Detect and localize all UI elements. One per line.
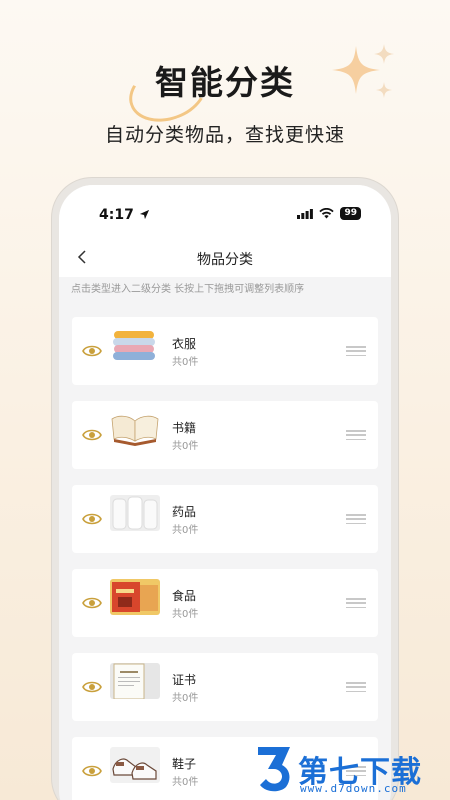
drag-handle-icon[interactable]: [346, 682, 366, 692]
category-name: 药品: [172, 505, 197, 519]
category-name: 食品: [172, 589, 197, 603]
status-indicators: 99: [297, 207, 361, 220]
category-count: 共0件: [172, 693, 199, 704]
battery-indicator: 99: [340, 207, 361, 220]
eye-icon[interactable]: [82, 510, 102, 528]
category-count: 共0件: [172, 525, 199, 536]
category-count: 共0件: [172, 609, 199, 620]
cellular-signal-icon: [297, 208, 314, 219]
phone-frame: 4:17 99 物品分类 点击类型进入二级分类 长按上下拖拽可调整列表顺序 衣服…: [52, 178, 398, 800]
eye-icon[interactable]: [82, 762, 102, 780]
shoes-thumbnail: [110, 747, 160, 783]
nav-bar: 物品分类: [59, 237, 391, 277]
watermark-url: www.d7down.com: [300, 782, 407, 795]
eye-icon[interactable]: [82, 678, 102, 696]
food-thumbnail: [110, 579, 160, 615]
category-card-medicine[interactable]: 药品 共0件: [72, 485, 378, 553]
category-list: 衣服 共0件 书籍 共0件 药品 共0件 食品 共0件 证书 共0件 鞋子 共0…: [59, 317, 391, 800]
status-time: 4:17: [99, 207, 150, 223]
category-card-food[interactable]: 食品 共0件: [72, 569, 378, 637]
certificate-thumbnail: [110, 663, 160, 699]
status-bar: 4:17 99: [59, 185, 391, 237]
category-card-books[interactable]: 书籍 共0件: [72, 401, 378, 469]
category-card-certificate[interactable]: 证书 共0件: [72, 653, 378, 721]
eye-icon[interactable]: [82, 426, 102, 444]
drag-handle-icon[interactable]: [346, 514, 366, 524]
drag-handle-icon[interactable]: [346, 598, 366, 608]
category-count: 共0件: [172, 357, 199, 368]
medicine-thumbnail: [110, 495, 160, 531]
wifi-icon: [319, 208, 335, 219]
drag-handle-icon[interactable]: [346, 430, 366, 440]
page-title: 物品分类: [197, 252, 253, 268]
watermark-logo-icon: [258, 747, 290, 792]
eye-icon[interactable]: [82, 594, 102, 612]
book-thumbnail: [111, 415, 159, 446]
phone-screen: 4:17 99 物品分类 点击类型进入二级分类 长按上下拖拽可调整列表顺序 衣服…: [59, 185, 391, 800]
category-card-clothes[interactable]: 衣服 共0件: [72, 317, 378, 385]
eye-icon[interactable]: [82, 342, 102, 360]
category-name: 衣服: [172, 337, 197, 351]
clothes-thumbnail: [113, 331, 155, 360]
category-count: 共0件: [172, 441, 199, 452]
status-time-text: 4:17: [99, 207, 134, 223]
category-name: 鞋子: [172, 757, 197, 771]
watermark: 第七下载站 www.d7down.com: [254, 745, 446, 800]
location-arrow-icon: [139, 209, 149, 220]
drag-handle-icon[interactable]: [346, 346, 366, 356]
instruction-hint: 点击类型进入二级分类 长按上下拖拽可调整列表顺序: [71, 284, 305, 295]
category-name: 书籍: [172, 421, 197, 435]
category-count: 共0件: [172, 777, 199, 788]
sparkle-icon: [332, 44, 394, 98]
promo-subtitle: 自动分类物品，查找更快速: [104, 124, 345, 146]
category-name: 证书: [172, 673, 197, 687]
